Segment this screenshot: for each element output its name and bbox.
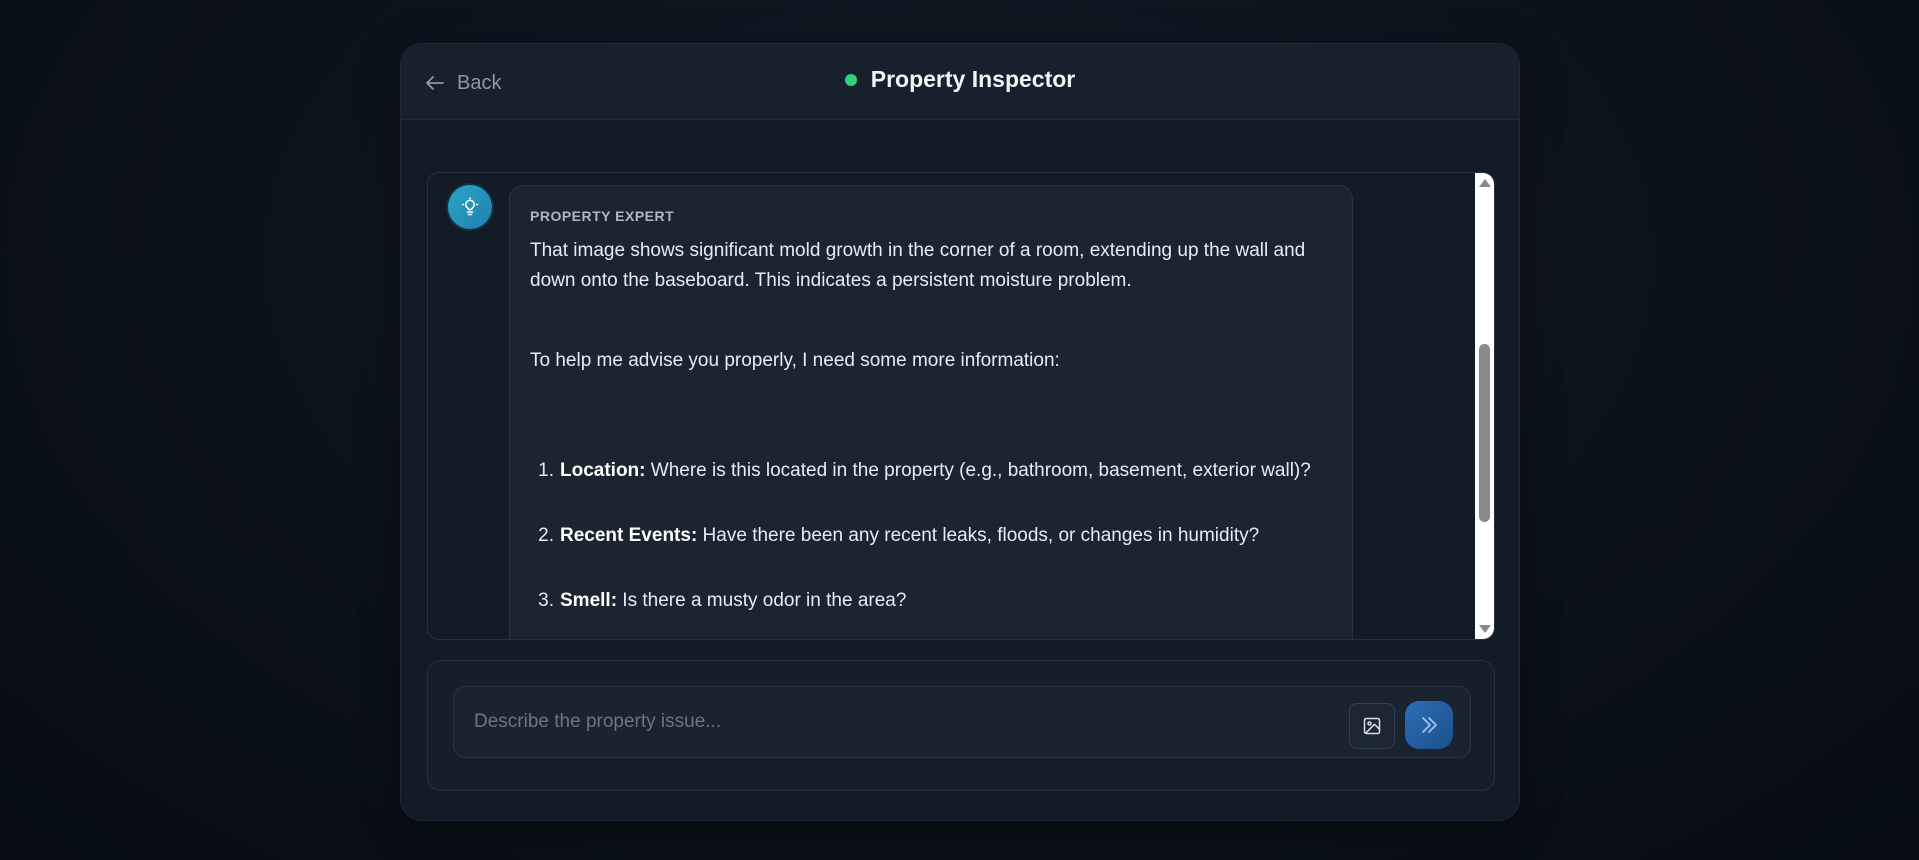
message-sender: PROPERTY EXPERT: [530, 208, 675, 224]
title-text: Property Inspector: [870, 66, 1076, 92]
scrollbar-thumb[interactable]: [1479, 344, 1490, 522]
chat-window: Back Property Inspector PROPERTY EXPERT …: [400, 43, 1520, 821]
page-title: Property Inspector: [401, 66, 1519, 93]
scroll-up-arrow[interactable]: [1479, 179, 1491, 187]
message-paragraph: That image shows significant mold growth…: [530, 240, 1306, 291]
list-item: 2. Recent Events: Have there been any re…: [538, 525, 1260, 546]
question-list: 1. Location: Where is this located in th…: [530, 456, 1332, 616]
message-input[interactable]: [474, 687, 1334, 757]
item-text: Have there been any recent leaks, floods…: [697, 525, 1260, 546]
chevrons-right-icon: [1422, 717, 1437, 733]
online-status-dot: [844, 73, 857, 86]
item-text: Is there a musty odor in the area?: [617, 590, 907, 611]
item-label: Smell:: [560, 590, 618, 611]
header: Back Property Inspector: [401, 44, 1519, 120]
lightbulb-icon: [461, 197, 479, 216]
item-text: Where is this located in the property (e…: [645, 460, 1311, 481]
message-paragraph: To help me advise you properly, I need s…: [530, 350, 1060, 371]
image-icon: [1363, 717, 1381, 735]
item-label: Location:: [560, 460, 646, 481]
composer: [427, 660, 1495, 791]
assistant-avatar: [448, 185, 492, 229]
send-button[interactable]: [1405, 701, 1453, 749]
list-item: 3. Smell: Is there a musty odor in the a…: [538, 590, 907, 611]
scrollbar[interactable]: [1475, 173, 1494, 639]
attach-image-button[interactable]: [1349, 703, 1395, 749]
assistant-message: PROPERTY EXPERT That image shows signifi…: [509, 185, 1353, 639]
message-list[interactable]: PROPERTY EXPERT That image shows signifi…: [427, 172, 1495, 640]
message-input-wrapper: [453, 686, 1471, 758]
list-item: 1. Location: Where is this located in th…: [538, 460, 1311, 481]
item-label: Recent Events:: [560, 525, 698, 546]
scroll-down-arrow[interactable]: [1479, 625, 1491, 633]
